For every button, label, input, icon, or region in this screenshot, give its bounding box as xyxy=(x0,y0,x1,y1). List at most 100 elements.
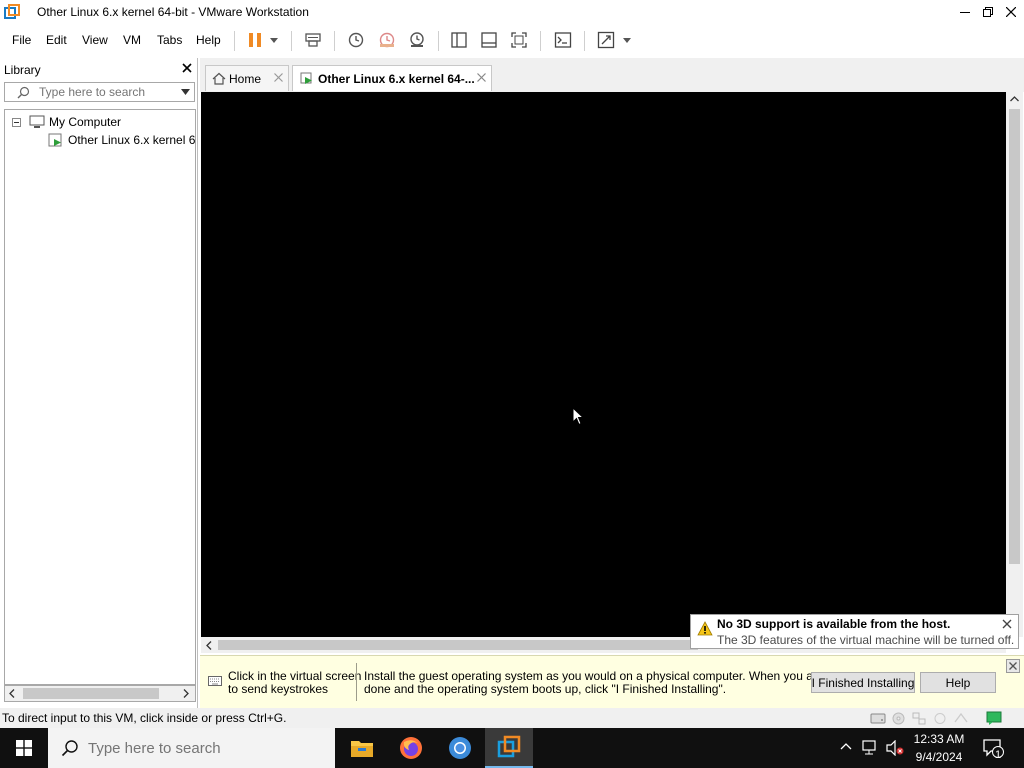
tab-vm[interactable]: Other Linux 6.x kernel 64-... xyxy=(292,65,492,91)
stretch-guest-icon[interactable] xyxy=(595,29,617,51)
search-icon xyxy=(17,86,30,99)
stretch-dropdown-arrow-icon[interactable] xyxy=(619,29,635,51)
library-search-input[interactable] xyxy=(39,85,169,99)
vmware-app-icon xyxy=(4,4,20,20)
clock-date: 9/4/2024 xyxy=(915,750,963,764)
close-library-icon[interactable] xyxy=(180,61,194,75)
toolbar-separator xyxy=(540,31,541,51)
message-log-icon[interactable] xyxy=(986,711,1002,725)
scroll-left-arrow-icon[interactable] xyxy=(206,641,212,650)
scroll-thumb[interactable] xyxy=(1009,109,1020,564)
start-button[interactable] xyxy=(0,728,48,768)
scroll-up-arrow-icon[interactable] xyxy=(1010,96,1019,102)
windows-taskbar: 12:33 AM 9/4/2024 1 xyxy=(0,728,1024,768)
library-search-box[interactable] xyxy=(4,82,195,102)
scroll-right-arrow-icon[interactable] xyxy=(183,689,189,698)
scroll-thumb[interactable] xyxy=(23,688,159,699)
clock-time: 12:33 AM xyxy=(913,732,965,746)
library-title: Library xyxy=(4,63,41,77)
collapse-toggle-icon[interactable] xyxy=(12,118,21,127)
tab-strip: Home Other Linux 6.x kernel 64-... xyxy=(200,58,1024,92)
i-finished-installing-button[interactable]: I Finished Installing xyxy=(811,672,915,693)
snapshot-icon[interactable] xyxy=(345,29,367,51)
usb-device-icon[interactable] xyxy=(934,712,946,725)
status-bar: To direct input to this VM, click inside… xyxy=(0,708,1024,728)
search-dropdown-arrow-icon[interactable] xyxy=(181,89,190,95)
thumbnail-bar-icon[interactable] xyxy=(478,29,500,51)
taskbar-search-input[interactable] xyxy=(88,739,318,757)
power-dropdown-arrow-icon[interactable] xyxy=(266,29,282,51)
send-ctrl-alt-del-icon[interactable] xyxy=(302,29,324,51)
scroll-thumb[interactable] xyxy=(218,640,698,650)
window-title: Other Linux 6.x kernel 64-bit - VMware W… xyxy=(37,5,309,19)
tab-close-icon[interactable] xyxy=(477,73,486,82)
menu-view[interactable]: View xyxy=(82,33,108,47)
chrome-taskbar-icon[interactable] xyxy=(436,728,484,768)
firefox-taskbar-icon[interactable] xyxy=(387,728,435,768)
tab-home[interactable]: Home xyxy=(205,65,289,91)
hard-disk-icon[interactable] xyxy=(870,711,886,725)
network-status-icon[interactable] xyxy=(862,740,880,756)
minimize-button[interactable] xyxy=(953,0,977,24)
tree-item-my-computer[interactable]: My Computer xyxy=(49,115,121,129)
tab-vm-label: Other Linux 6.x kernel 64-... xyxy=(318,72,475,86)
library-horizontal-scrollbar[interactable] xyxy=(4,685,196,702)
windows-logo-icon xyxy=(16,740,32,756)
network-adapter-icon[interactable] xyxy=(912,712,926,725)
vmware-taskbar-icon[interactable] xyxy=(485,728,533,768)
sound-card-icon[interactable] xyxy=(954,712,968,724)
warning-title: No 3D support is available from the host… xyxy=(717,617,951,631)
tree-item-vm[interactable]: Other Linux 6.x kernel 64-bit xyxy=(68,133,195,147)
file-explorer-taskbar-icon[interactable] xyxy=(338,728,386,768)
vm-running-icon xyxy=(48,132,64,148)
close-window-button[interactable] xyxy=(999,0,1023,24)
full-screen-icon[interactable] xyxy=(508,29,530,51)
install-message-bar: Click in the virtual screen to send keys… xyxy=(200,655,1024,708)
tab-home-label: Home xyxy=(229,72,262,86)
menu-help[interactable]: Help xyxy=(196,33,221,47)
keystroke-hint-line-2: to send keystrokes xyxy=(228,682,329,696)
menu-vm[interactable]: VM xyxy=(123,33,141,47)
menu-tabs[interactable]: Tabs xyxy=(157,33,182,47)
keyboard-icon xyxy=(208,676,222,688)
restore-button[interactable] xyxy=(976,0,1000,24)
vm-running-icon xyxy=(300,71,314,85)
vm-console-screen[interactable] xyxy=(201,92,1006,637)
console-view-icon[interactable] xyxy=(552,29,574,51)
taskbar-search-box[interactable] xyxy=(48,728,335,768)
show-library-icon[interactable] xyxy=(448,29,470,51)
snapshot-manager-icon[interactable] xyxy=(406,29,428,51)
menu-edit[interactable]: Edit xyxy=(46,33,67,47)
search-icon xyxy=(61,739,79,757)
close-install-bar-icon[interactable] xyxy=(1006,659,1020,673)
close-notification-icon[interactable] xyxy=(1002,619,1012,629)
title-bar: Other Linux 6.x kernel 64-bit - VMware W… xyxy=(0,0,1024,24)
library-panel: Library My Computer Other Linux 6.x kern… xyxy=(0,58,198,708)
pause-icon[interactable] xyxy=(244,29,266,51)
keystroke-hint: Click in the virtual screen to send keys… xyxy=(228,670,361,696)
home-icon xyxy=(212,72,226,85)
scroll-left-arrow-icon[interactable] xyxy=(9,689,15,698)
install-message: Install the guest operating system as yo… xyxy=(364,670,824,696)
toolbar-separator xyxy=(334,31,335,51)
menu-toolbar: File Edit View VM Tabs Help xyxy=(0,24,1024,56)
show-hidden-icons-chevron-icon[interactable] xyxy=(840,742,852,750)
warning-icon xyxy=(697,621,713,636)
toolbar-separator xyxy=(234,31,235,51)
tab-close-icon[interactable] xyxy=(274,73,283,82)
menu-file[interactable]: File xyxy=(12,33,31,47)
help-button[interactable]: Help xyxy=(920,672,996,693)
toolbar-separator xyxy=(438,31,439,51)
volume-muted-icon[interactable] xyxy=(886,740,904,756)
warning-body: The 3D features of the virtual machine w… xyxy=(717,633,1015,647)
revert-snapshot-icon[interactable] xyxy=(376,29,398,51)
library-tree: My Computer Other Linux 6.x kernel 64-bi… xyxy=(4,109,196,685)
vm-vertical-scrollbar[interactable] xyxy=(1006,92,1023,637)
computer-icon xyxy=(29,115,45,129)
no-3d-support-notification: No 3D support is available from the host… xyxy=(690,614,1019,649)
cd-dvd-icon[interactable] xyxy=(892,712,905,725)
taskbar-clock[interactable]: 12:33 AM 9/4/2024 xyxy=(907,732,971,764)
install-message-line-2: done and the operating system boots up, … xyxy=(364,682,727,696)
divider xyxy=(356,663,357,701)
toolbar-separator xyxy=(291,31,292,51)
